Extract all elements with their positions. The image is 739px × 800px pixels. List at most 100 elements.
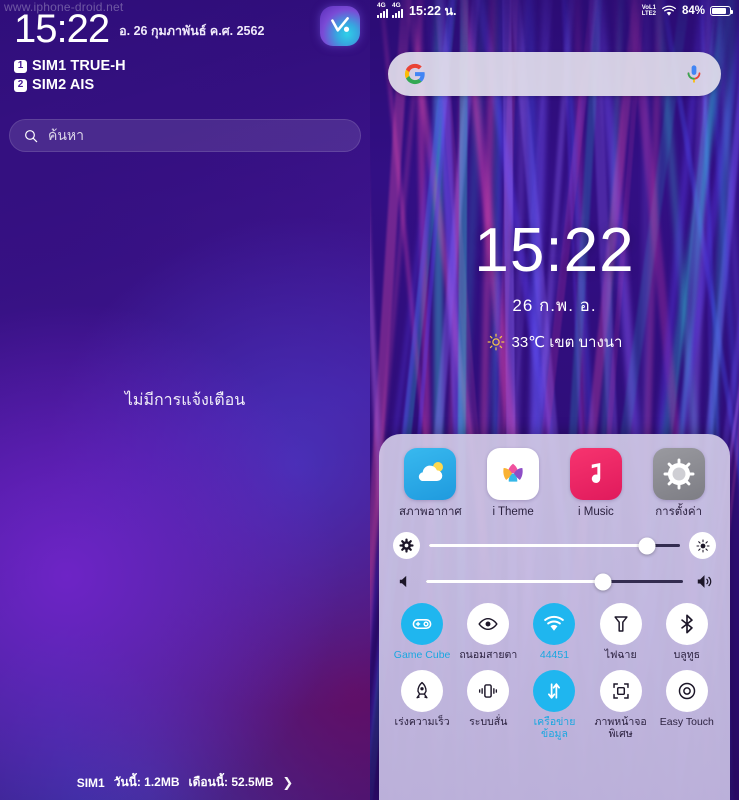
sim-index-badge: 2 xyxy=(14,78,27,92)
control-center-app-shortcuts: สภาพอากาศ i Theme i Music การตั้งค่า xyxy=(389,448,720,519)
toggle-mobile-data[interactable]: เครือข่ายข้อมูล xyxy=(522,669,586,741)
volte-indicator-icon: VoL1 LTE2 xyxy=(642,5,656,18)
left-clock-row: 15:22 อ. 26 กุมภาพันธ์ ค.ศ. 2562 xyxy=(14,9,358,49)
toggle-wifi[interactable]: 44451 xyxy=(522,603,586,662)
app-shortcut-weather[interactable]: สภาพอากาศ xyxy=(397,448,463,519)
signal-sim2-icon: 4G xyxy=(392,2,403,18)
speaker-high-icon xyxy=(697,575,711,589)
volume-track[interactable] xyxy=(426,573,683,591)
sim-label: SIM2 AIS xyxy=(32,77,95,93)
toggle-game-cube[interactable]: Game Cube xyxy=(390,603,454,662)
rocket-icon[interactable] xyxy=(401,669,444,712)
volume-high-icon[interactable] xyxy=(692,572,716,591)
jovi-assistant-icon[interactable] xyxy=(320,6,360,46)
super-screenshot-icon[interactable] xyxy=(599,669,642,712)
toggle-eye-care[interactable]: ถนอมสายตา xyxy=(456,603,520,662)
toggle-vibrate[interactable]: ระบบสั่น xyxy=(456,669,520,729)
toggle-easy-touch[interactable]: Easy Touch xyxy=(655,669,719,729)
lockscreen-clock-widget[interactable]: 15:22 26 ก.พ. อ. 33℃ เขต บางนา xyxy=(370,220,739,354)
volte-bottom-label: LTE2 xyxy=(641,11,656,17)
search-input[interactable]: ค้นหา xyxy=(9,119,361,152)
toggle-row-1: Game Cube ถนอมสายตา 44451 ไฟฉาย บลูทูธ xyxy=(389,603,720,662)
toggle-label: เครือข่ายข้อมูล xyxy=(533,715,576,741)
brightness-track[interactable] xyxy=(429,537,680,555)
control-center-panel: สภาพอากาศ i Theme i Music การตั้งค่า Gam… xyxy=(379,434,730,800)
imusic-app-icon xyxy=(569,448,622,500)
weather-app-icon xyxy=(404,448,457,500)
app-shortcut-label: i Music xyxy=(577,506,614,518)
status-bar-right: VoL1 LTE2 84% xyxy=(642,4,734,18)
sun-small-icon xyxy=(695,539,710,553)
battery-icon xyxy=(710,5,734,17)
search-icon xyxy=(25,129,38,142)
chevron-right-icon[interactable]: ❯ xyxy=(282,775,293,791)
sim-row[interactable]: 1 SIM1 TRUE-H xyxy=(14,58,358,74)
gear-glyph-icon xyxy=(663,458,695,490)
no-notifications-text: ไม่มีการแจ้งเตือน xyxy=(124,392,246,409)
toggle-label: ภาพหน้าจอพิเศษ xyxy=(594,715,647,741)
toggle-label: ไฟฉาย xyxy=(604,649,637,662)
toggle-bluetooth[interactable]: บลูทูธ xyxy=(655,603,719,662)
toggle-label: Easy Touch xyxy=(659,715,714,728)
gamepad-icon[interactable] xyxy=(401,603,444,646)
flashlight-icon[interactable] xyxy=(599,603,642,646)
signal-sim1-network-label: 4G xyxy=(377,2,386,9)
brightness-slider[interactable] xyxy=(393,532,716,560)
data-usage-footer[interactable]: SIM1 วันนี้: 1.2MB เดือนนี้: 52.5MB ❯ xyxy=(0,773,370,792)
gear-icon xyxy=(399,538,414,553)
toggle-label: ถนอมสายตา xyxy=(459,649,518,662)
wifi-icon[interactable] xyxy=(533,603,576,646)
volume-slider[interactable] xyxy=(393,572,716,591)
clock-widget-date: 26 ก.พ. อ. xyxy=(512,296,597,315)
toggle-row-2: เร่งความเร็ว ระบบสั่น เครือข่ายข้อมูล ภา… xyxy=(389,669,720,741)
toggle-label: Game Cube xyxy=(393,649,451,662)
app-shortcut-itheme[interactable]: i Theme xyxy=(480,448,546,519)
volume-knob[interactable] xyxy=(594,573,612,591)
toggle-flashlight[interactable]: ไฟฉาย xyxy=(589,603,653,662)
wifi-glyph-icon xyxy=(544,616,565,632)
bluetooth-icon[interactable] xyxy=(665,603,708,646)
app-shortcut-label: สภาพอากาศ xyxy=(399,506,462,518)
app-shortcut-settings[interactable]: การตั้งค่า xyxy=(646,448,712,519)
itheme-app-icon xyxy=(487,448,540,500)
cloud-sun-glyph-icon xyxy=(419,462,444,481)
right-screen-home-control-center: 4G 4G 15:22 น. VoL1 LTE2 84% 15:22 26 ก.… xyxy=(370,0,739,800)
easy-touch-icon[interactable] xyxy=(665,669,708,712)
sim-label: SIM1 TRUE-H xyxy=(32,58,126,74)
google-search-bar[interactable] xyxy=(388,52,721,96)
left-header: 15:22 อ. 26 กุมภาพันธ์ ค.ศ. 2562 1 SIM1 … xyxy=(14,9,358,96)
flashlight-glyph-icon xyxy=(614,616,628,632)
brightness-icon[interactable] xyxy=(689,532,716,560)
toggle-label: ระบบสั่น xyxy=(469,715,508,728)
brightness-knob[interactable] xyxy=(638,537,656,555)
status-bar-left: 4G 4G 15:22 น. xyxy=(377,1,456,21)
app-shortcut-label: การตั้งค่า xyxy=(655,506,703,518)
auto-brightness-gear-icon[interactable] xyxy=(393,532,420,560)
sim-index-badge: 1 xyxy=(14,59,27,73)
data-network-icon[interactable] xyxy=(533,669,576,712)
screenshot-pair: www.iphone-droid.net 15:22 อ. 26 กุมภาพั… xyxy=(0,0,739,800)
toggle-speed-boost[interactable]: เร่งความเร็ว xyxy=(390,669,454,729)
music-note-glyph-icon xyxy=(591,462,601,483)
bluetooth-glyph-icon xyxy=(681,614,693,634)
eye-glyph-icon xyxy=(478,618,498,631)
volume-low-icon[interactable] xyxy=(393,573,417,590)
vibrate-glyph-icon xyxy=(479,684,498,698)
app-shortcut-imusic[interactable]: i Music xyxy=(563,448,629,519)
control-center-toggles: Game Cube ถนอมสายตา 44451 ไฟฉาย บลูทูธ เ… xyxy=(389,603,720,741)
vibrate-icon[interactable] xyxy=(467,669,510,712)
battery-percent-label: 84% xyxy=(681,5,705,17)
screenshot-frame-glyph-icon xyxy=(612,683,629,699)
left-screen-notification-page: www.iphone-droid.net 15:22 อ. 26 กุมภาพั… xyxy=(0,0,370,800)
sim-row[interactable]: 2 SIM2 AIS xyxy=(14,77,358,93)
toggle-super-screenshot[interactable]: ภาพหน้าจอพิเศษ xyxy=(589,669,653,741)
microphone-icon[interactable] xyxy=(683,63,705,85)
status-bar: 4G 4G 15:22 น. VoL1 LTE2 84% xyxy=(370,0,739,22)
clock-widget-weather[interactable]: 33℃ เขต บางนา xyxy=(370,330,739,354)
eye-icon[interactable] xyxy=(467,603,510,646)
jovi-glyph-icon xyxy=(331,17,350,32)
gamepad-glyph-icon xyxy=(412,619,432,630)
sun-icon xyxy=(487,333,504,351)
concentric-circles-glyph-icon xyxy=(678,682,696,700)
google-g-icon xyxy=(404,63,425,85)
